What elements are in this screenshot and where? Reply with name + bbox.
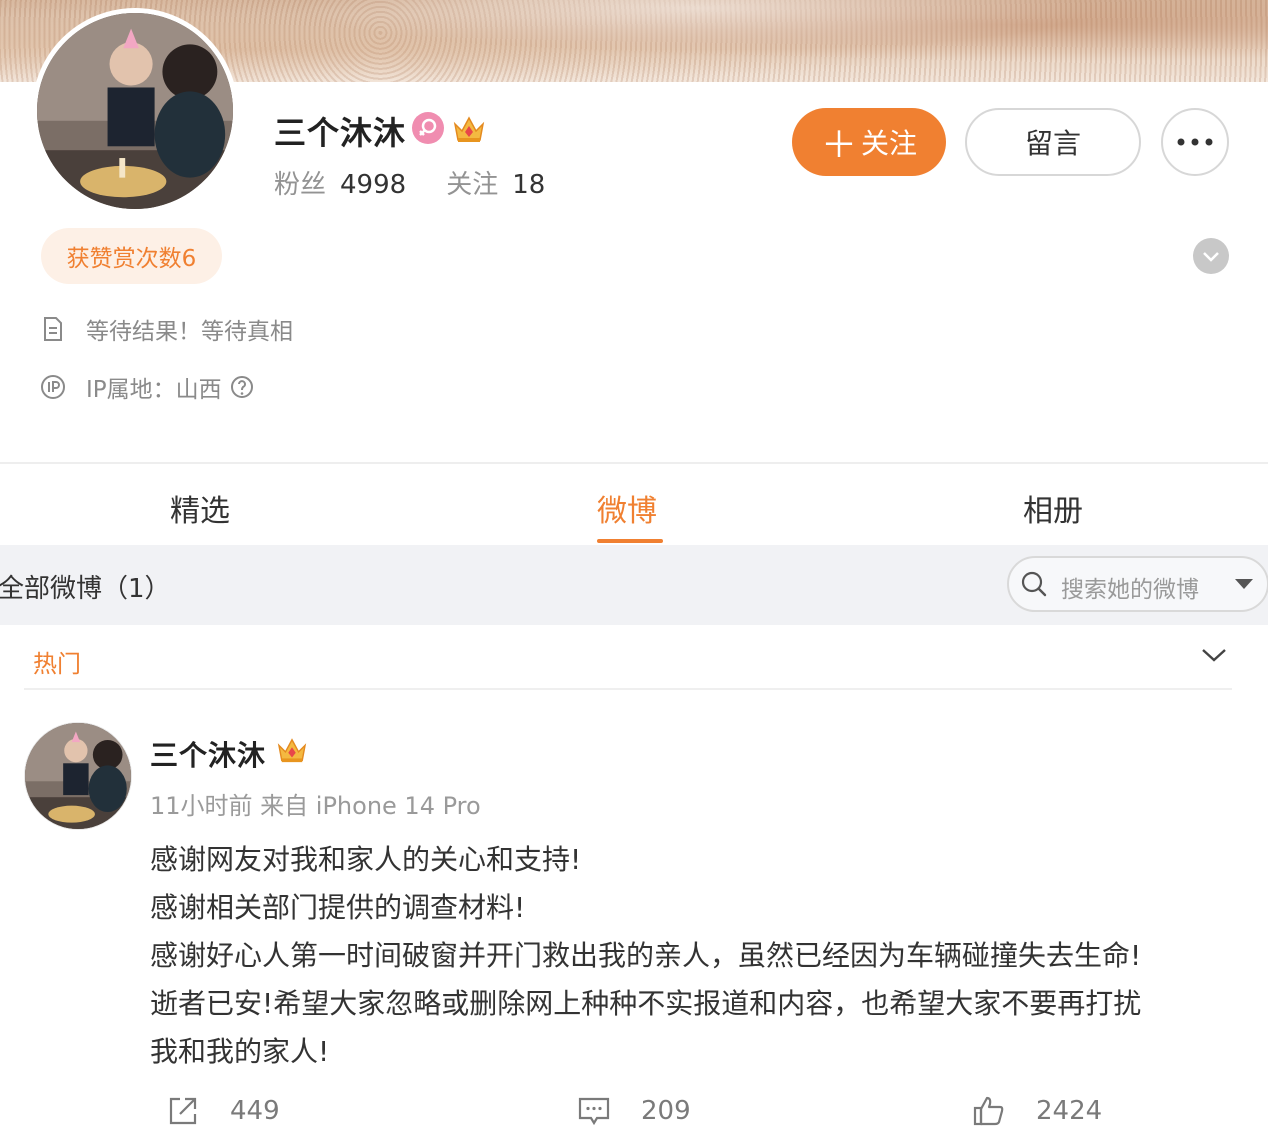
message-button[interactable]: 留言: [965, 108, 1141, 176]
hot-section-label: 热门: [33, 650, 81, 678]
follow-button-label: 关注: [861, 127, 918, 160]
tab-album[interactable]: 相册: [1023, 486, 1083, 530]
post-line: 感谢网友对我和家人的关心和支持!: [150, 843, 582, 876]
plus-icon: ＋: [820, 125, 857, 166]
ip-location-row: IP属地：山西: [40, 370, 254, 404]
tab-featured[interactable]: 精选: [170, 486, 230, 530]
following-count[interactable]: 18: [512, 170, 545, 200]
post-line: 感谢好心人第一时间破窗并开门救出我的亲人，虽然已经因为车辆碰撞失去生命!: [150, 939, 1142, 972]
ip-icon: [41, 375, 65, 399]
tab-weibo[interactable]: 微博: [597, 486, 657, 530]
post-content: 感谢网友对我和家人的关心和支持! 感谢相关部门提供的调查材料! 感谢好心人第一时…: [150, 836, 1240, 1076]
profile-bio: 等待结果！等待真相: [86, 319, 293, 345]
post-line: 逝者已安!希望大家忽略或删除网上种种不实报道和内容，也希望大家不要再打扰: [150, 987, 1142, 1020]
search-placeholder: 搜索她的微博: [1061, 577, 1199, 603]
avatar-photo: [37, 13, 233, 209]
avatar-photo: [25, 723, 131, 829]
chevron-down-icon: [1203, 252, 1219, 262]
post-meta: 11小时前 来自 iPhone 14 Pro: [150, 792, 481, 820]
post-author-name[interactable]: 三个沐沐: [150, 734, 266, 774]
like-count: 2424: [1036, 1096, 1103, 1126]
following-label[interactable]: 关注: [446, 170, 498, 200]
post-line: 我和我的家人!: [150, 1035, 330, 1068]
fans-label[interactable]: 粉丝: [274, 170, 326, 200]
comment-icon: [578, 1097, 610, 1126]
crown-icon[interactable]: [276, 736, 308, 764]
ip-location: IP属地：山西: [86, 377, 222, 403]
chevron-down-icon[interactable]: [1200, 646, 1228, 664]
expand-profile-button[interactable]: [1193, 238, 1229, 274]
profile-stats: 粉丝 4998 关注 18: [274, 164, 545, 201]
share-icon: [169, 1097, 197, 1125]
thumbs-up-icon: [973, 1096, 1004, 1126]
search-icon: [1021, 571, 1047, 597]
profile-avatar[interactable]: [32, 8, 238, 214]
repost-count: 449: [230, 1096, 280, 1126]
comment-count: 209: [641, 1096, 691, 1126]
reward-count-badge[interactable]: 获赞赏次数6: [41, 228, 222, 284]
post-line: 感谢相关部门提供的调查材料!: [150, 891, 526, 924]
message-button-label: 留言: [1024, 127, 1081, 160]
section-divider: [0, 462, 1268, 464]
crown-icon[interactable]: [452, 114, 486, 144]
fans-count[interactable]: 4998: [340, 170, 406, 200]
profile-username: 三个沐沐: [274, 114, 407, 152]
like-button[interactable]: 2424: [972, 1094, 1102, 1128]
active-tab-indicator: [597, 539, 663, 543]
question-icon[interactable]: [230, 375, 254, 399]
document-icon: [44, 317, 62, 341]
repost-button[interactable]: 449: [166, 1094, 280, 1128]
more-button[interactable]: [1161, 108, 1229, 176]
caret-down-icon[interactable]: [1235, 579, 1253, 589]
follow-button[interactable]: ＋关注: [792, 108, 946, 176]
hot-section-divider: [24, 688, 1232, 690]
all-posts-title[interactable]: 全部微博（1）: [0, 568, 171, 605]
comment-button[interactable]: 209: [577, 1094, 691, 1128]
female-icon: [412, 112, 444, 144]
profile-bio-row: 等待结果！等待真相: [40, 312, 293, 346]
more-dots-icon: [1177, 138, 1213, 146]
post-author-avatar[interactable]: [24, 722, 132, 830]
